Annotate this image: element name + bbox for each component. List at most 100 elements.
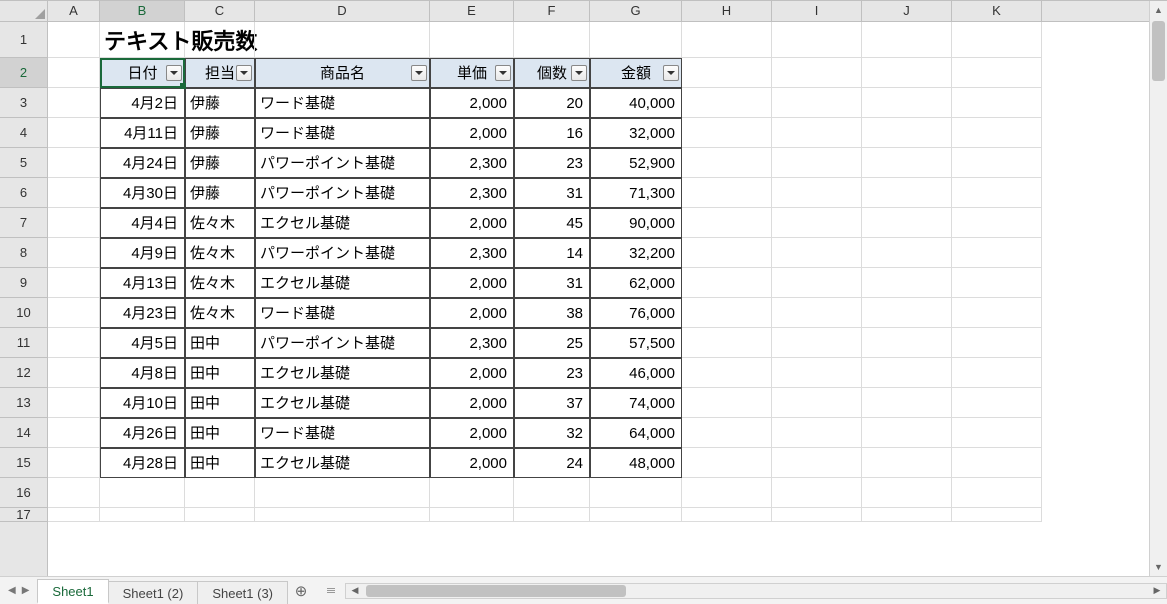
cell-qty[interactable]: 25 [514, 328, 590, 358]
cell-I4[interactable] [772, 118, 862, 148]
cell-price[interactable]: 2,000 [430, 388, 514, 418]
cell-person[interactable]: 田中 [185, 388, 255, 418]
cell-B1[interactable]: テキスト販売数 [100, 22, 185, 58]
cell-product[interactable]: エクセル基礎 [255, 448, 430, 478]
cell-K17[interactable] [952, 508, 1042, 522]
cell-K4[interactable] [952, 118, 1042, 148]
cell-J3[interactable] [862, 88, 952, 118]
cell-A7[interactable] [48, 208, 100, 238]
cell-J13[interactable] [862, 388, 952, 418]
header-date[interactable]: 日付 [100, 58, 185, 88]
cell-K1[interactable] [952, 22, 1042, 58]
row-header-14[interactable]: 14 [0, 418, 47, 448]
cell-C16[interactable] [185, 478, 255, 508]
column-header-C[interactable]: C [185, 1, 255, 21]
cell-product[interactable]: パワーポイント基礎 [255, 148, 430, 178]
cell-H16[interactable] [682, 478, 772, 508]
cell-date[interactable]: 4月24日 [100, 148, 185, 178]
cell-I8[interactable] [772, 238, 862, 268]
cell-qty[interactable]: 31 [514, 178, 590, 208]
cell-amount[interactable]: 74,000 [590, 388, 682, 418]
cell-A6[interactable] [48, 178, 100, 208]
cell-A1[interactable] [48, 22, 100, 58]
cell-A5[interactable] [48, 148, 100, 178]
cell-amount[interactable]: 32,000 [590, 118, 682, 148]
tab-nav-prev-icon[interactable]: ◀ [8, 585, 16, 596]
cell-I13[interactable] [772, 388, 862, 418]
cell-price[interactable]: 2,000 [430, 118, 514, 148]
cell-K5[interactable] [952, 148, 1042, 178]
cell-H15[interactable] [682, 448, 772, 478]
row-header-9[interactable]: 9 [0, 268, 47, 298]
cell-K11[interactable] [952, 328, 1042, 358]
row-header-10[interactable]: 10 [0, 298, 47, 328]
filter-dropdown-icon[interactable] [663, 65, 679, 81]
cell-date[interactable]: 4月10日 [100, 388, 185, 418]
cell-price[interactable]: 2,300 [430, 178, 514, 208]
cell-amount[interactable]: 71,300 [590, 178, 682, 208]
cell-J7[interactable] [862, 208, 952, 238]
cell-K8[interactable] [952, 238, 1042, 268]
cell-amount[interactable]: 57,500 [590, 328, 682, 358]
cell-F17[interactable] [514, 508, 590, 522]
row-header-12[interactable]: 12 [0, 358, 47, 388]
cell-J10[interactable] [862, 298, 952, 328]
cell-K3[interactable] [952, 88, 1042, 118]
cell-I11[interactable] [772, 328, 862, 358]
row-header-4[interactable]: 4 [0, 118, 47, 148]
cell-A10[interactable] [48, 298, 100, 328]
cell-qty[interactable]: 37 [514, 388, 590, 418]
cell-H8[interactable] [682, 238, 772, 268]
cell-A15[interactable] [48, 448, 100, 478]
cell-I17[interactable] [772, 508, 862, 522]
cell-I2[interactable] [772, 58, 862, 88]
header-price[interactable]: 単価 [430, 58, 514, 88]
cell-amount[interactable]: 40,000 [590, 88, 682, 118]
cell-amount[interactable]: 76,000 [590, 298, 682, 328]
row-header-13[interactable]: 13 [0, 388, 47, 418]
column-header-G[interactable]: G [590, 1, 682, 21]
cell-A16[interactable] [48, 478, 100, 508]
cell-qty[interactable]: 23 [514, 148, 590, 178]
cell-K10[interactable] [952, 298, 1042, 328]
cell-K13[interactable] [952, 388, 1042, 418]
new-sheet-button[interactable]: ⊕ [287, 577, 315, 604]
cell-product[interactable]: エクセル基礎 [255, 358, 430, 388]
vscroll-track[interactable] [1150, 19, 1167, 558]
header-person[interactable]: 担当 [185, 58, 255, 88]
cell-A13[interactable] [48, 388, 100, 418]
cell-date[interactable]: 4月4日 [100, 208, 185, 238]
cell-K2[interactable] [952, 58, 1042, 88]
cell-date[interactable]: 4月23日 [100, 298, 185, 328]
cell-product[interactable]: ワード基礎 [255, 298, 430, 328]
cell-amount[interactable]: 48,000 [590, 448, 682, 478]
cell-person[interactable]: 田中 [185, 448, 255, 478]
row-header-17[interactable]: 17 [0, 508, 47, 522]
cell-date[interactable]: 4月8日 [100, 358, 185, 388]
hscroll-track[interactable]: ◀ ▶ [345, 583, 1167, 599]
row-header-11[interactable]: 11 [0, 328, 47, 358]
cell-product[interactable]: エクセル基礎 [255, 268, 430, 298]
row-header-2[interactable]: 2 [0, 58, 47, 88]
cell-qty[interactable]: 23 [514, 358, 590, 388]
cell-A11[interactable] [48, 328, 100, 358]
cell-price[interactable]: 2,000 [430, 268, 514, 298]
cell-A3[interactable] [48, 88, 100, 118]
filter-dropdown-icon[interactable] [411, 65, 427, 81]
cell-qty[interactable]: 14 [514, 238, 590, 268]
cell-E16[interactable] [430, 478, 514, 508]
cell-product[interactable]: ワード基礎 [255, 118, 430, 148]
cell-I3[interactable] [772, 88, 862, 118]
column-header-D[interactable]: D [255, 1, 430, 21]
cell-A2[interactable] [48, 58, 100, 88]
cell-K9[interactable] [952, 268, 1042, 298]
row-header-1[interactable]: 1 [0, 22, 47, 58]
cell-date[interactable]: 4月26日 [100, 418, 185, 448]
cell-H1[interactable] [682, 22, 772, 58]
row-header-8[interactable]: 8 [0, 238, 47, 268]
scroll-up-button[interactable]: ▲ [1150, 1, 1167, 19]
cell-K14[interactable] [952, 418, 1042, 448]
cell-amount[interactable]: 90,000 [590, 208, 682, 238]
cell-F16[interactable] [514, 478, 590, 508]
scroll-left-button[interactable]: ◀ [346, 584, 364, 598]
